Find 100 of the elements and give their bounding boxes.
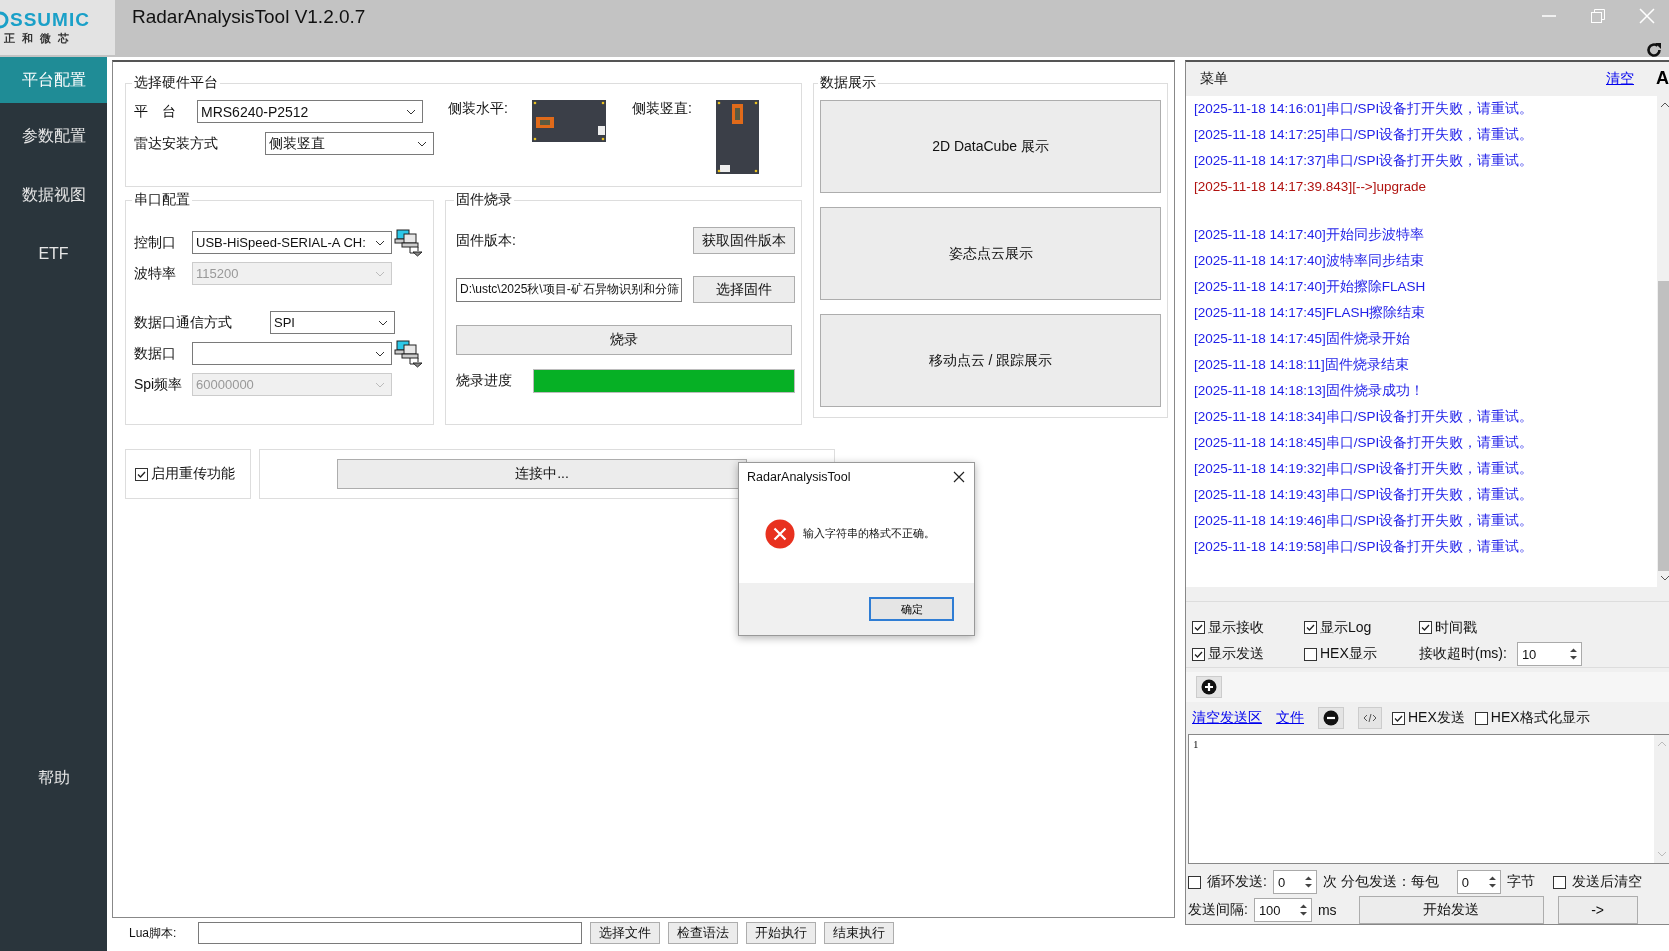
checkbox[interactable] bbox=[1192, 621, 1205, 634]
checkbox-label: HEX发送 bbox=[1408, 709, 1465, 728]
chevron-icon bbox=[406, 108, 416, 115]
add-button[interactable] bbox=[1196, 676, 1222, 699]
checkbox[interactable] bbox=[135, 467, 148, 481]
field-label: Spi频率 bbox=[134, 375, 184, 394]
choose-firmware-button[interactable]: 选择固件 bbox=[693, 276, 795, 303]
log-entry: [2025-11-18 14:19:32]串口/SPI设备打开失败，请重试。 bbox=[1194, 459, 1535, 478]
spin-field[interactable]: 0 bbox=[1272, 870, 1317, 894]
plus-icon bbox=[1201, 679, 1217, 696]
sidebar-item[interactable]: 数据视图 bbox=[0, 172, 107, 218]
network-icon[interactable] bbox=[394, 338, 424, 369]
field-label: 数据口通信方式 bbox=[134, 313, 233, 332]
log-entry: [2025-11-18 14:17:39.843][-->]upgrade bbox=[1194, 177, 1428, 196]
lua-button[interactable]: 检查语法 bbox=[668, 922, 739, 944]
lua-button[interactable]: 结束执行 bbox=[824, 922, 895, 944]
checkbox-label: 显示Log bbox=[1320, 618, 1372, 637]
remove-button[interactable] bbox=[1318, 707, 1344, 730]
display-button[interactable]: 移动点云 / 跟踪展示 bbox=[820, 314, 1161, 407]
field-label: 雷达安装方式 bbox=[134, 134, 219, 153]
code-icon bbox=[1363, 713, 1377, 724]
dropdown[interactable] bbox=[192, 342, 392, 365]
spin-arrows-icon[interactable] bbox=[1303, 875, 1313, 889]
network-icon[interactable] bbox=[394, 227, 424, 258]
field-label: 固件版本: bbox=[456, 231, 516, 250]
clear-link[interactable]: 清空 bbox=[1606, 69, 1634, 88]
clear-send-link[interactable]: 清空发送区 bbox=[1192, 709, 1262, 728]
logo-subtitle: 正 和 微 芯 bbox=[3, 31, 73, 46]
group-title: 串口配置 bbox=[133, 191, 191, 209]
log-entry: [2025-11-18 14:16:01]串口/SPI设备打开失败，请重试。 bbox=[1194, 99, 1535, 118]
spin-arrows-icon[interactable] bbox=[1487, 875, 1497, 889]
unit-label: 字节 bbox=[1506, 873, 1535, 891]
field-label: 数据口 bbox=[134, 344, 177, 363]
dropdown[interactable]: SPI bbox=[270, 311, 395, 334]
close-icon[interactable] bbox=[953, 471, 965, 483]
file-link[interactable]: 文件 bbox=[1276, 709, 1304, 728]
spin-field[interactable]: 100 bbox=[1253, 898, 1312, 922]
checkbox[interactable] bbox=[1192, 647, 1205, 661]
field-label: 控制口 bbox=[134, 233, 177, 252]
field-label: 侧装水平: bbox=[448, 100, 508, 118]
log-entry: [2025-11-18 14:19:46]串口/SPI设备打开失败，请重试。 bbox=[1194, 511, 1535, 530]
checkbox[interactable] bbox=[1188, 875, 1201, 889]
arrow-button[interactable]: -> bbox=[1557, 896, 1638, 924]
window-title: RadarAnalysisTool V1.2.0.7 bbox=[132, 6, 366, 28]
lua-button[interactable]: 开始执行 bbox=[746, 922, 817, 944]
path-field[interactable]: D:\ustc\2025秋\项目-矿石异物识别和分筛 bbox=[456, 277, 682, 302]
burn-button[interactable]: 烧录 bbox=[456, 325, 792, 355]
lua-button[interactable]: 选择文件 bbox=[590, 922, 661, 944]
font-button[interactable]: A bbox=[1656, 68, 1669, 90]
checkbox[interactable] bbox=[1419, 621, 1432, 634]
panel-tab[interactable]: 菜单 bbox=[1200, 69, 1228, 88]
display-button[interactable]: 2D DataCube 展示 bbox=[820, 100, 1161, 193]
checkbox[interactable] bbox=[1474, 711, 1488, 725]
field-label: 平 台 bbox=[134, 102, 177, 121]
chevron-icon bbox=[375, 270, 385, 277]
log-entry: [2025-11-18 14:18:45]串口/SPI设备打开失败，请重试。 bbox=[1194, 433, 1535, 452]
sidebar-item[interactable]: 帮助 bbox=[0, 755, 107, 801]
field-label: 波特率 bbox=[134, 264, 177, 283]
checkbox-label: HEX格式化显示 bbox=[1490, 709, 1590, 728]
sidebar-item[interactable]: 平台配置 bbox=[0, 57, 107, 103]
chevron-icon bbox=[375, 239, 385, 246]
dropdown[interactable]: USB-HiSpeed-SERIAL-A CH: bbox=[192, 231, 392, 254]
checkbox[interactable] bbox=[1552, 875, 1566, 889]
log-entry: [2025-11-18 14:18:34]串口/SPI设备打开失败，请重试。 bbox=[1194, 407, 1535, 426]
start-send-button[interactable]: 开始发送 bbox=[1358, 896, 1544, 924]
checkbox-label: 显示接收 bbox=[1208, 618, 1264, 637]
sidebar-item[interactable]: 参数配置 bbox=[0, 113, 107, 159]
connect-button[interactable]: 连接中... bbox=[337, 459, 747, 489]
chevron-icon bbox=[375, 381, 385, 388]
spin-arrows-icon[interactable] bbox=[1568, 647, 1578, 662]
checkbox[interactable] bbox=[1304, 647, 1317, 661]
mount-dropdown[interactable]: 侧装竖直 bbox=[265, 132, 434, 155]
spin-arrows-icon[interactable] bbox=[1298, 903, 1308, 917]
display-button[interactable]: 姿态点云展示 bbox=[820, 207, 1161, 300]
log-entry: [2025-11-18 14:17:37]串口/SPI设备打开失败，请重试。 bbox=[1194, 151, 1535, 170]
checkbox[interactable] bbox=[1392, 711, 1405, 725]
checkbox-label: 显示发送 bbox=[1208, 645, 1264, 664]
sidebar-item[interactable]: ETF bbox=[0, 231, 107, 277]
checkbox-label: 时间戳 bbox=[1435, 618, 1477, 637]
group-title: 数据展示 bbox=[819, 74, 877, 92]
chevron-icon bbox=[378, 319, 388, 326]
platform-dropdown[interactable]: MRS6240-P2512 bbox=[197, 100, 423, 123]
group-title: 选择硬件平台 bbox=[133, 74, 219, 92]
minus-icon bbox=[1323, 710, 1339, 727]
timeout-label: 接收超时(ms): bbox=[1419, 645, 1507, 664]
scroll-up-icon[interactable] bbox=[1660, 101, 1669, 108]
lua-script-field[interactable] bbox=[198, 922, 583, 944]
code-button[interactable] bbox=[1358, 707, 1382, 730]
get-version-button[interactable]: 获取固件版本 bbox=[693, 227, 795, 254]
scroll-down-icon[interactable] bbox=[1660, 574, 1669, 581]
ok-button[interactable]: 确定 bbox=[869, 597, 954, 621]
spin-field[interactable]: 10 bbox=[1516, 642, 1582, 667]
log-entry: [2025-11-18 14:19:58]串口/SPI设备打开失败，请重试。 bbox=[1194, 537, 1535, 556]
chevron-icon bbox=[375, 350, 385, 357]
checkbox-label: 发送后清空 bbox=[1571, 873, 1642, 891]
spin-field[interactable]: 0 bbox=[1456, 870, 1501, 894]
lua-label: Lua脚本: bbox=[129, 924, 177, 942]
checkbox[interactable] bbox=[1304, 621, 1317, 634]
split-label: 次 分包发送：每包 bbox=[1322, 873, 1439, 891]
refresh-icon[interactable] bbox=[1645, 41, 1663, 59]
